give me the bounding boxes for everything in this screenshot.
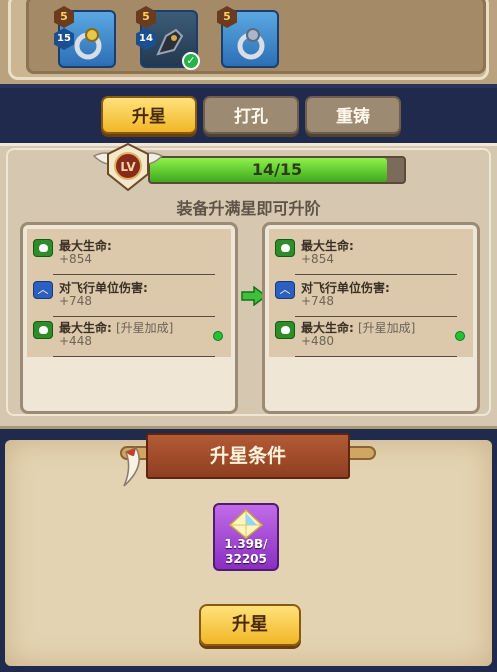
material-owned: 1.39B/ <box>224 537 268 551</box>
flying-unit-icon: ︿ <box>275 281 295 299</box>
material-quantity: 1.39B/ 32205 <box>215 537 277 567</box>
tab-star-up[interactable]: 升星 <box>101 96 197 134</box>
heart-shield-icon <box>33 321 53 339</box>
fang-icon <box>123 447 140 487</box>
star-up-button[interactable]: 升星 <box>199 604 301 646</box>
stat-row: 最大生命: [升星加成] +448 <box>33 317 225 357</box>
stat-value: +854 <box>301 252 334 266</box>
stat-value: +748 <box>59 294 92 308</box>
stat-row: 最大生命: [升星加成] +480 <box>275 317 467 357</box>
gauntlet-icon <box>156 28 184 56</box>
stat-value: +854 <box>59 252 92 266</box>
progress-text: 14/15 <box>251 160 303 179</box>
material-item[interactable]: 1.39B/ 32205 <box>213 503 279 571</box>
material-required: 32205 <box>225 552 267 566</box>
current-stats-card: 最大生命: +854 ︿ 对飞行单位伤害: +748 最大生命: [升星加成] … <box>20 222 238 414</box>
equipment-inventory-panel: 5 15 5 14 ✓ 5 <box>0 0 497 88</box>
crystal-icon <box>228 509 264 539</box>
equipment-slot-3[interactable]: 5 <box>217 6 279 68</box>
equipped-check-icon: ✓ <box>182 52 200 70</box>
stat-value: +748 <box>301 294 334 308</box>
level-badge-label: LV <box>120 160 136 174</box>
conditions-title-banner: 升星条件 <box>146 433 350 479</box>
divider <box>53 274 215 275</box>
heart-shield-icon <box>33 239 53 257</box>
tab-reforge[interactable]: 重铸 <box>305 96 401 134</box>
star-progress-bar: 14/15 <box>148 156 406 184</box>
current-stats-list: 最大生命: +854 ︿ 对飞行单位伤害: +748 最大生命: [升星加成] … <box>27 229 231 357</box>
stat-row: 最大生命: +854 <box>275 235 467 275</box>
level-wing-badge: LV <box>92 142 164 192</box>
stat-row: ︿ 对飞行单位伤害: +748 <box>275 277 467 317</box>
next-stats-card: 最大生命: +854 ︿ 对飞行单位伤害: +748 最大生命: [升星加成] … <box>262 222 480 414</box>
stat-value: +480 <box>301 334 334 348</box>
heart-shield-icon <box>275 239 295 257</box>
divider <box>295 274 457 275</box>
upgrade-hint: 装备升满星即可升阶 <box>176 199 321 218</box>
bonus-indicator-dot <box>213 331 223 341</box>
stat-row: 最大生命: +854 <box>33 235 225 275</box>
stat-value: +448 <box>59 334 92 348</box>
bonus-indicator-dot <box>455 331 465 341</box>
equipment-slot-2[interactable]: 5 14 ✓ <box>136 6 200 70</box>
stat-row: ︿ 对飞行单位伤害: +748 <box>33 277 225 317</box>
ring-icon <box>237 28 265 60</box>
divider <box>53 356 215 357</box>
divider <box>295 356 457 357</box>
flying-unit-icon: ︿ <box>33 281 53 299</box>
heart-shield-icon <box>275 321 295 339</box>
equipment-slot-1[interactable]: 5 15 <box>54 6 116 68</box>
tab-socket[interactable]: 打孔 <box>203 96 299 134</box>
next-stats-list: 最大生命: +854 ︿ 对飞行单位伤害: +748 最大生命: [升星加成] … <box>269 229 473 357</box>
ring-icon <box>74 28 102 60</box>
